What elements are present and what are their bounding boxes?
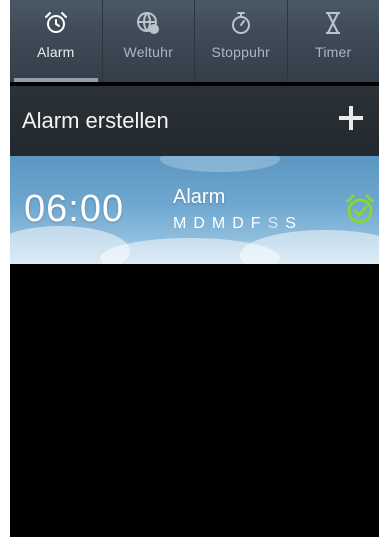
cloud-decoration: [240, 230, 379, 264]
tab-stoppuhr[interactable]: Stoppuhr: [194, 0, 287, 82]
stopwatch-icon: [228, 10, 254, 36]
tab-alarm[interactable]: Alarm: [10, 0, 102, 82]
tab-timer[interactable]: Timer: [286, 0, 379, 82]
tab-label: Stoppuhr: [211, 44, 270, 60]
day-tuesday: D: [193, 215, 206, 232]
alarm-clock-icon: [43, 10, 69, 36]
tab-bar: Alarm Weltuhr Stoppuhr Timer: [10, 0, 379, 82]
cloud-decoration: [160, 156, 280, 172]
alarm-toggle-icon[interactable]: [343, 192, 379, 228]
tab-label: Alarm: [36, 44, 75, 60]
tab-label: Weltuhr: [123, 44, 173, 60]
alarm-name: Alarm: [173, 186, 226, 208]
day-thursday: D: [232, 215, 245, 232]
alarm-list-item[interactable]: 06:00 Alarm M D M D F S S: [10, 156, 379, 264]
create-alarm-bar[interactable]: Alarm erstellen: [10, 86, 379, 157]
alarm-time: 06:00: [24, 188, 125, 230]
globe-icon: [135, 10, 161, 36]
create-alarm-label: Alarm erstellen: [22, 108, 169, 133]
day-wednesday: M: [211, 215, 227, 232]
active-tab-indicator: [14, 78, 98, 82]
alarm-repeat-days: M D M D F S S: [173, 215, 297, 233]
clock-app-screen: Alarm Weltuhr Stoppuhr Timer Alarm erste…: [10, 0, 379, 537]
hourglass-icon: [320, 10, 346, 36]
day-friday: F: [250, 215, 262, 232]
day-monday: M: [173, 215, 188, 232]
add-alarm-button[interactable]: [335, 102, 367, 134]
day-sunday: S: [285, 215, 297, 232]
tab-label: Timer: [315, 44, 352, 60]
tab-weltuhr[interactable]: Weltuhr: [101, 0, 195, 82]
day-saturday: S: [267, 215, 280, 232]
